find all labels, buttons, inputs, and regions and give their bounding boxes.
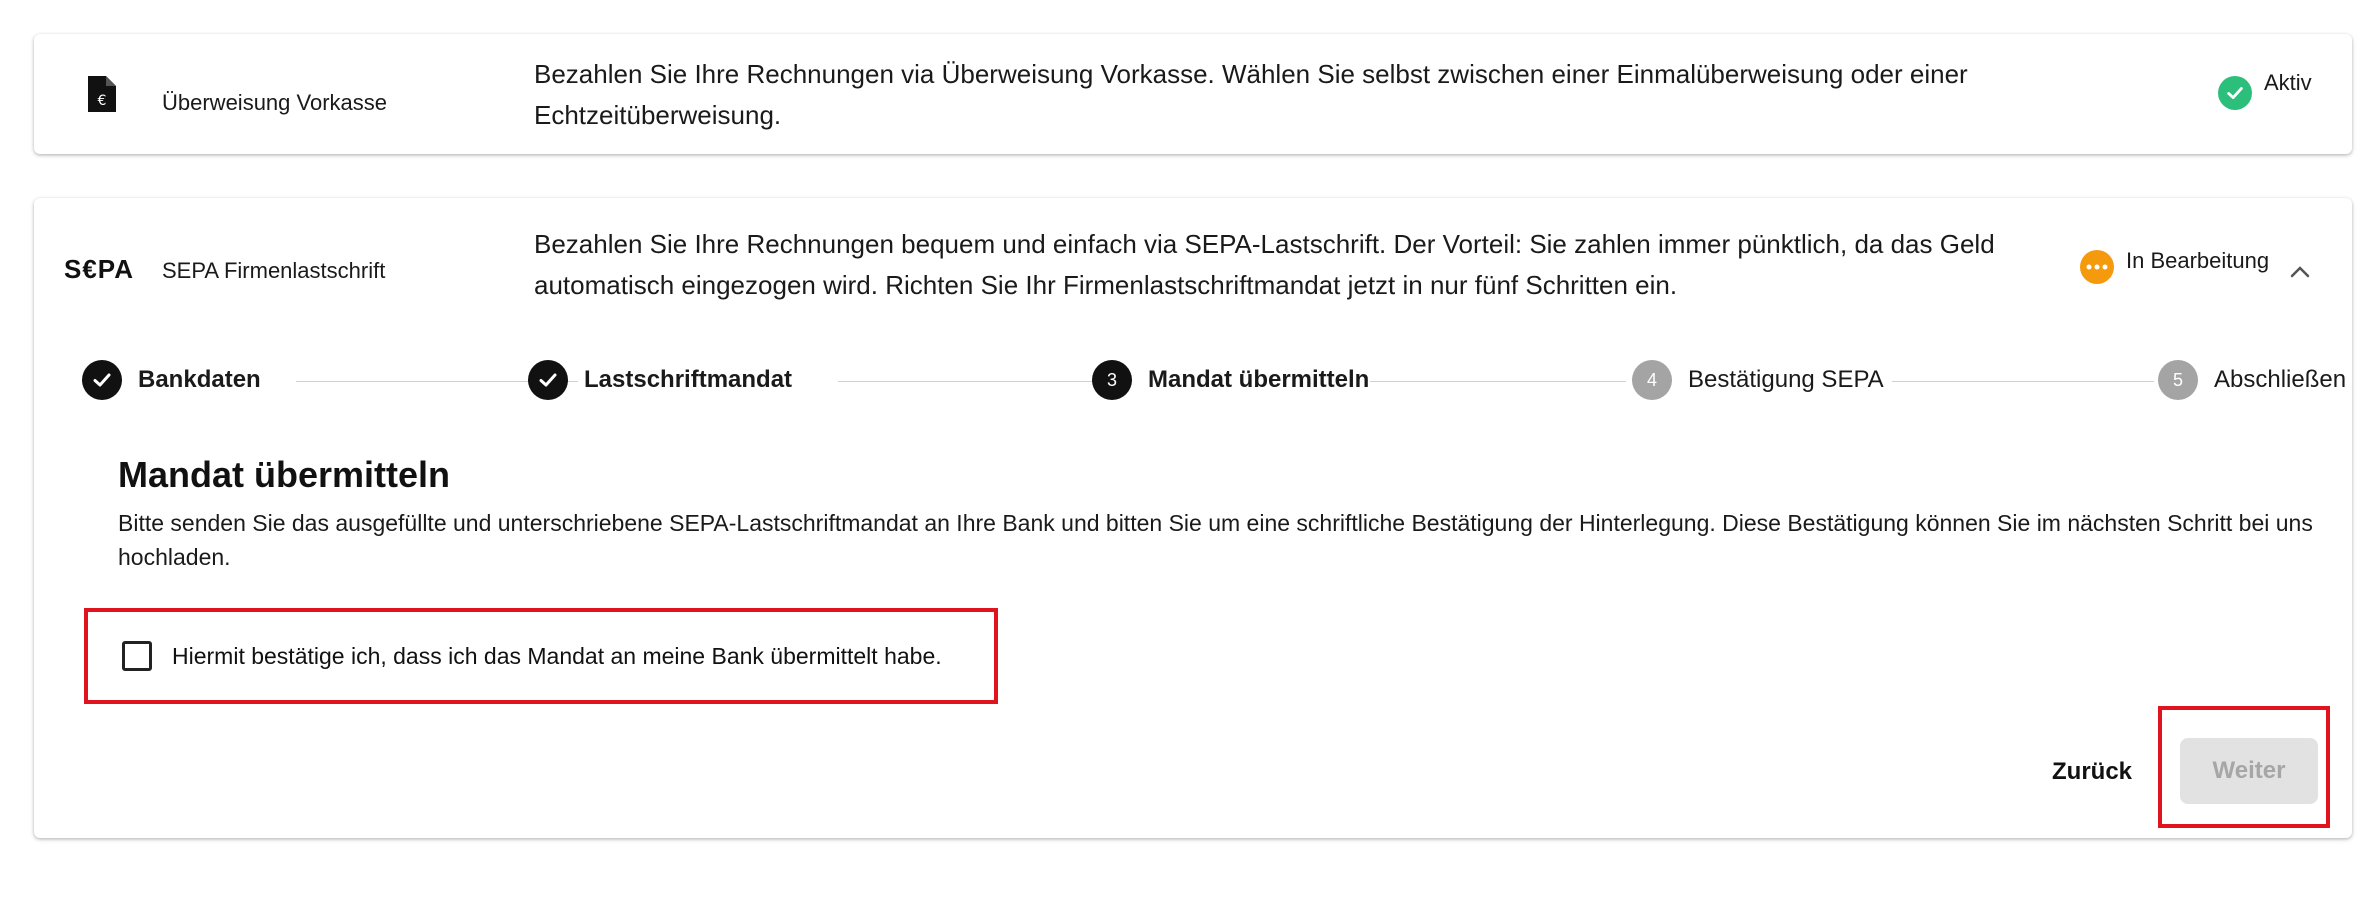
step-number: 3: [1092, 360, 1132, 400]
method-title: SEPA Firmenlastschrift: [162, 258, 386, 283]
chevron-up-icon[interactable]: [2286, 258, 2314, 286]
confirm-checkbox-row[interactable]: Hiermit bestätige ich, dass ich das Mand…: [84, 608, 998, 704]
step-connector: [1370, 381, 1626, 382]
step-label: Mandat übermitteln: [1148, 366, 1370, 393]
method-title: Überweisung Vorkasse: [162, 90, 388, 115]
sepa-logo: S€PA: [64, 254, 134, 284]
step-number: 5: [2158, 360, 2198, 400]
step-connector: [1892, 381, 2154, 382]
status-label: In Bearbeitung: [2126, 248, 2270, 273]
payment-method-card-sepa: S€PA SEPA Firmenlastschrift Bezahlen Sie…: [34, 198, 2352, 838]
svg-text:€: €: [98, 93, 107, 109]
step-abschliessen[interactable]: 5 Abschließen: [2158, 360, 2346, 400]
status-badge: In Bearbeitung: [2080, 248, 2270, 284]
step-label: Bankdaten: [138, 366, 261, 393]
step-label: Bestätigung SEPA: [1688, 366, 1884, 393]
status-badge: Aktiv: [2218, 70, 2312, 110]
method-description: Bezahlen Sie Ihre Rechnungen via Überwei…: [534, 59, 1968, 130]
next-button[interactable]: Weiter: [2180, 738, 2318, 804]
step-title: Mandat übermitteln: [118, 454, 451, 495]
step-mandat-uebermitteln[interactable]: 3 Mandat übermitteln: [1092, 360, 1369, 400]
document-euro-icon: €: [88, 76, 116, 112]
step-number: 4: [1632, 360, 1672, 400]
check-circle-icon: [2218, 76, 2252, 110]
confirm-checkbox-label[interactable]: Hiermit bestätige ich, dass ich das Mand…: [172, 643, 942, 670]
step-bestaetigung-sepa[interactable]: 4 Bestätigung SEPA: [1632, 360, 1884, 400]
step-description: Bitte senden Sie das ausgefüllte und unt…: [118, 510, 2313, 570]
step-connector: [838, 381, 1092, 382]
more-dots-icon: [2080, 250, 2114, 284]
stepper: Bankdaten Lastschriftmandat 3 Mandat übe…: [82, 360, 2346, 404]
check-icon: [528, 360, 568, 400]
status-label: Aktiv: [2264, 70, 2312, 95]
step-label: Lastschriftmandat: [584, 366, 793, 393]
step-bankdaten[interactable]: Bankdaten: [82, 360, 261, 400]
check-icon: [82, 360, 122, 400]
method-description: Bezahlen Sie Ihre Rechnungen bequem und …: [534, 229, 1995, 300]
step-lastschriftmandat[interactable]: Lastschriftmandat: [528, 360, 792, 400]
payment-method-card-vorkasse: € Überweisung Vorkasse Bezahlen Sie Ihre…: [34, 34, 2352, 154]
confirm-checkbox[interactable]: [122, 641, 152, 671]
step-label: Abschließen: [2214, 366, 2347, 393]
back-button[interactable]: Zurück: [2052, 758, 2132, 786]
